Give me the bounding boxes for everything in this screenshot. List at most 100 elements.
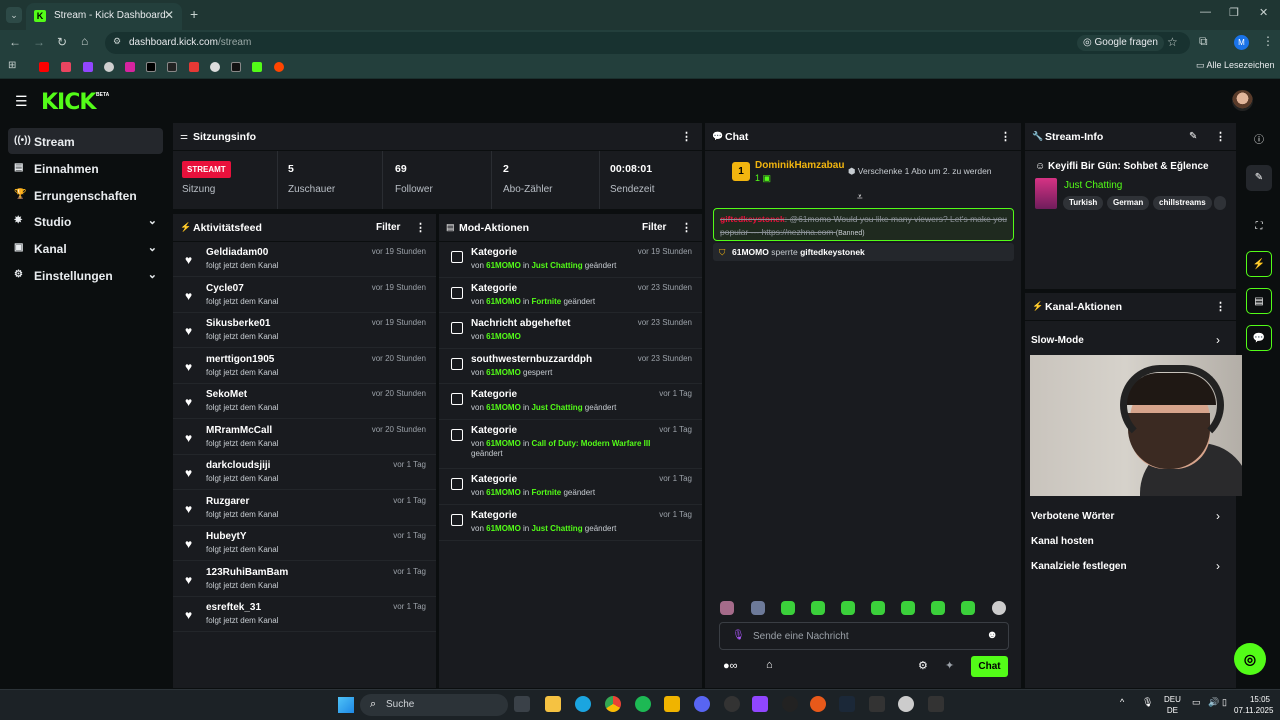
chat-popout-icon[interactable]: 💬: [1246, 325, 1272, 351]
gift-leader-name[interactable]: DominikHamzabau: [755, 160, 844, 171]
points-icon[interactable]: ●∞: [723, 660, 738, 672]
steam-icon[interactable]: [839, 696, 855, 712]
mod-action-row[interactable]: Nachricht abgeheftet von 61MOMO vor 23 Stu…: [439, 313, 702, 349]
bookmark-icon[interactable]: [210, 62, 220, 72]
volume-icon[interactable]: 🔊: [1208, 697, 1219, 708]
emote-icon[interactable]: [811, 601, 825, 615]
category-name[interactable]: Fortnite: [531, 488, 561, 497]
emote-icon[interactable]: [841, 601, 855, 615]
epic-games-icon[interactable]: [928, 696, 944, 712]
filter-button[interactable]: Filter: [642, 222, 666, 233]
clock[interactable]: 15:05 07.11.2025: [1234, 694, 1273, 716]
category-name[interactable]: Just Chatting: [531, 261, 582, 270]
follower-name[interactable]: Ruzgarer: [206, 496, 249, 507]
tab-search-icon[interactable]: ⌄: [6, 7, 22, 23]
bookmark-icon[interactable]: [61, 62, 71, 72]
x-bookmark-icon[interactable]: [146, 62, 156, 72]
moderator-name[interactable]: 61MOMO: [486, 332, 521, 341]
emote-icon[interactable]: [992, 601, 1006, 615]
mod-action-row[interactable]: Kategorie von 61MOMO in Call of Duty: Mod…: [439, 420, 702, 469]
kick-logo[interactable]: KICK: [41, 90, 96, 115]
tray-overflow-icon[interactable]: ^: [1120, 697, 1124, 707]
all-bookmarks[interactable]: ▭ Alle Lesezeichen: [1196, 60, 1275, 71]
send-chat-button[interactable]: Chat: [971, 656, 1008, 677]
browser-tab[interactable]: K Stream - Kick Dashboard ✕: [26, 3, 182, 30]
chat-settings-icon[interactable]: ⚙: [918, 659, 928, 672]
app-icon[interactable]: [810, 696, 826, 712]
emote-icon[interactable]: [751, 601, 765, 615]
activity-row[interactable]: ♥ Geldiadam00 folgt jetzt dem Kanal vor 19 …: [173, 242, 436, 277]
microphone-icon[interactable]: 🎙: [732, 630, 745, 641]
profile-avatar[interactable]: M: [1234, 35, 1249, 50]
window-close-icon[interactable]: ✕: [1259, 6, 1268, 19]
spotify-icon[interactable]: [635, 696, 651, 712]
more-options-icon[interactable]: ⋮: [1215, 130, 1226, 143]
more-options-icon[interactable]: ⋮: [681, 221, 692, 234]
bookmark-star-icon[interactable]: ☆: [1167, 35, 1178, 49]
activity-row[interactable]: ♥ darkcloudsjiji folgt jetzt dem Kanal vor …: [173, 455, 436, 490]
support-chat-button[interactable]: ◎: [1234, 643, 1266, 675]
emote-icon[interactable]: [901, 601, 915, 615]
twitch-bookmark-icon[interactable]: [83, 62, 93, 72]
sidebar-item-settings[interactable]: ⚙ Einstellungen ⌄: [8, 262, 163, 288]
message-username[interactable]: giftedkeystonek: [720, 214, 785, 224]
mod-action-row[interactable]: Kategorie von 61MOMO in Just Chatting geä…: [439, 384, 702, 420]
activity-row[interactable]: ♥ Ruzgarer folgt jetzt dem Kanal vor 1 Tag: [173, 491, 436, 526]
follower-name[interactable]: HubeytY: [206, 531, 247, 542]
epic-games-icon[interactable]: [869, 696, 885, 712]
info-icon[interactable]: ⓘ: [1246, 128, 1272, 154]
moderator-name[interactable]: 61MOMO: [486, 524, 521, 533]
banned-user[interactable]: giftedkeystonek: [800, 247, 865, 257]
category-link[interactable]: Just Chatting: [1064, 180, 1122, 191]
edge-icon[interactable]: [575, 696, 591, 712]
task-view-icon[interactable]: [514, 696, 530, 712]
activity-row[interactable]: ♥ MRramMcCall folgt jetzt dem Kanal vor 20 …: [173, 420, 436, 455]
edit-pencil-icon[interactable]: ✎: [1189, 131, 1197, 142]
category-name[interactable]: Call of Duty: Modern Warfare III: [531, 439, 650, 448]
reload-icon[interactable]: ↻: [57, 35, 67, 49]
slow-mode-action[interactable]: Slow-Mode: [1031, 335, 1084, 346]
sidebar-item-stream[interactable]: ((•)) Stream: [8, 128, 163, 154]
battery-icon[interactable]: ▯: [1222, 697, 1227, 708]
sidebar-item-achievements[interactable]: 🏆 Errungenschaften: [8, 182, 163, 208]
mod-action-row[interactable]: Kategorie von 61MOMO in Fortnite geändert…: [439, 469, 702, 505]
bookmark-icon[interactable]: [167, 62, 177, 72]
file-explorer-icon[interactable]: [545, 696, 561, 712]
follower-name[interactable]: MRramMcCall: [206, 425, 272, 436]
notes-icon[interactable]: ▤: [1246, 288, 1272, 314]
minimize-icon[interactable]: —: [1200, 6, 1211, 18]
chat-message-input[interactable]: 🎙 Sende eine Nachricht ☻: [719, 622, 1009, 650]
host-channel-action[interactable]: Kanal hosten: [1031, 536, 1094, 547]
mod-action-row[interactable]: southwesternbuzzarddph von 61MOMO gesperr…: [439, 349, 702, 384]
chevron-right-icon[interactable]: ›: [1216, 559, 1220, 573]
google-ask-button[interactable]: ◎ Google fragen: [1077, 35, 1164, 51]
moderator-name[interactable]: 61MOMO: [486, 439, 521, 448]
follower-name[interactable]: 123RuhiBamBam: [206, 567, 288, 578]
edit-layout-icon[interactable]: ✎: [1246, 165, 1272, 191]
follower-name[interactable]: Cycle07: [206, 283, 244, 294]
mod-action-row[interactable]: Kategorie von 61MOMO in Fortnite geändert…: [439, 278, 702, 313]
fullscreen-icon[interactable]: ⛶: [1246, 214, 1272, 240]
mod-action-row[interactable]: Kategorie von 61MOMO in Just Chatting geä…: [439, 505, 702, 541]
chevron-right-icon[interactable]: ›: [1216, 333, 1220, 347]
app-icon[interactable]: [724, 696, 740, 712]
forward-icon[interactable]: →: [33, 35, 45, 49]
emote-icon[interactable]: [931, 601, 945, 615]
hamburger-menu-icon[interactable]: ☰: [15, 93, 28, 110]
follower-name[interactable]: esreftek_31: [206, 602, 261, 613]
address-bar[interactable]: ⚙ dashboard.kick.com/stream ◎ Google fra…: [105, 32, 1190, 54]
follower-name[interactable]: SekoMet: [206, 389, 247, 400]
obs-icon[interactable]: [898, 696, 914, 712]
more-options-icon[interactable]: ⋮: [1000, 130, 1011, 143]
discord-icon[interactable]: [694, 696, 710, 712]
mod-action-row[interactable]: Kategorie von 61MOMO in Just Chatting geä…: [439, 242, 702, 278]
activity-row[interactable]: ♥ Cycle07 folgt jetzt dem Kanal vor 19 Stun…: [173, 278, 436, 313]
activity-row[interactable]: ♥ HubeytY folgt jetzt dem Kanal vor 1 Tag: [173, 526, 436, 561]
restore-icon[interactable]: ❐: [1229, 6, 1239, 19]
moderator-name[interactable]: 61MOMO: [486, 297, 521, 306]
stream-tag-overflow[interactable]: [1214, 196, 1226, 210]
chrome-icon[interactable]: [605, 696, 621, 712]
store-icon[interactable]: ⌂: [766, 659, 773, 671]
instagram-bookmark-icon[interactable]: [125, 62, 135, 72]
moderator-name[interactable]: 61MOMO: [732, 247, 769, 257]
